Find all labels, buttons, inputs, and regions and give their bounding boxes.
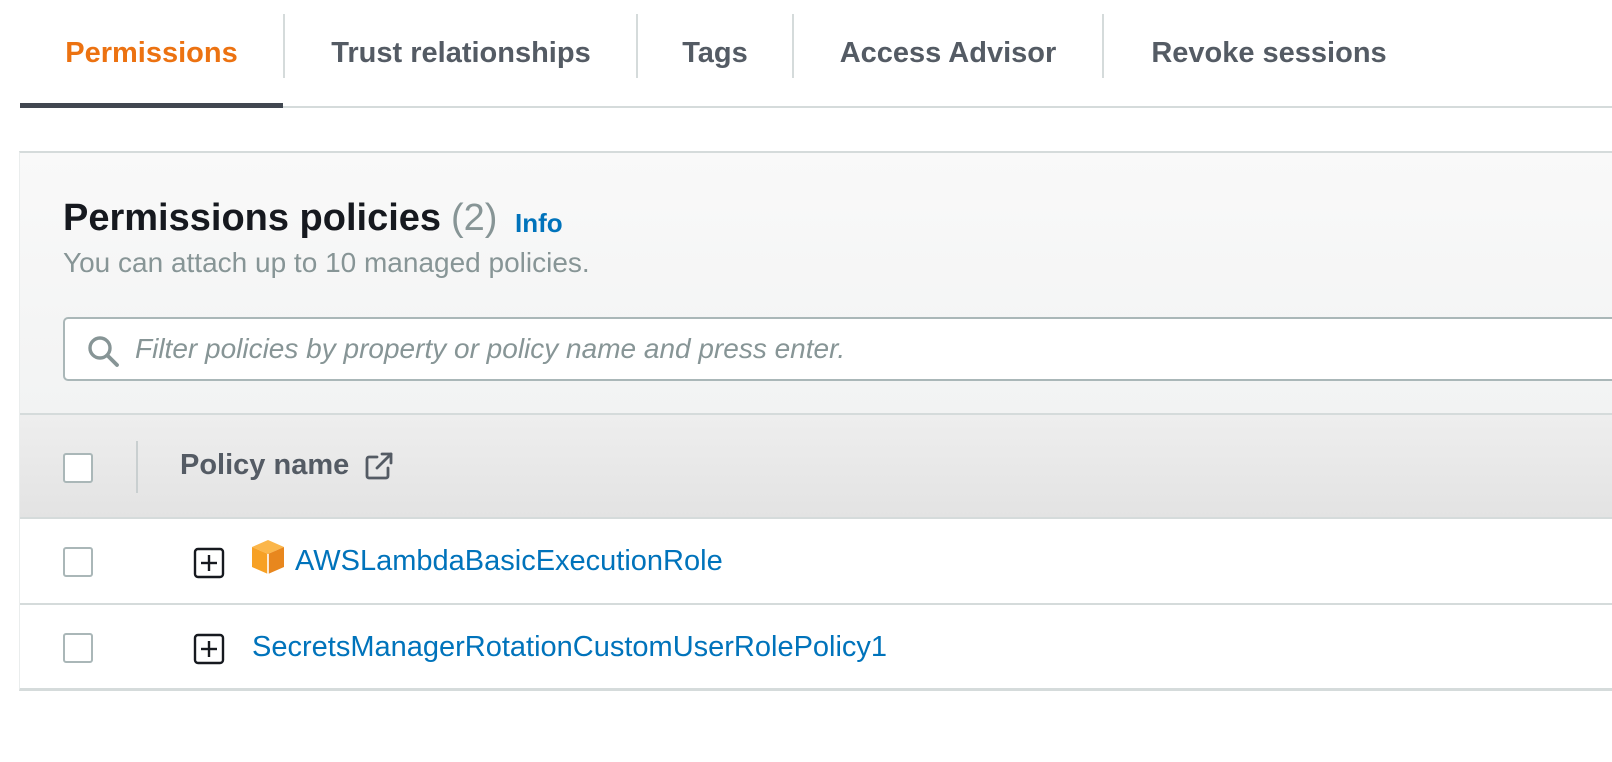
external-link-icon[interactable] bbox=[363, 450, 395, 482]
panel-description: You can attach up to 10 managed policies… bbox=[63, 247, 590, 278]
row-checkbox[interactable] bbox=[63, 633, 93, 663]
policy-count: (2) bbox=[451, 197, 498, 239]
tab-revoke-sessions[interactable]: Revoke sessions bbox=[1104, 0, 1434, 106]
expand-icon[interactable] bbox=[193, 547, 225, 579]
table-header: Policy name bbox=[20, 413, 1612, 519]
search-icon bbox=[88, 336, 119, 367]
column-separator bbox=[136, 441, 138, 493]
policy-link[interactable]: SecretsManagerRotationCustomUserRolePoli… bbox=[252, 631, 887, 664]
column-header-label: Policy name bbox=[180, 449, 350, 481]
tab-tags[interactable]: Tags bbox=[638, 0, 792, 106]
select-all-checkbox[interactable] bbox=[63, 453, 93, 483]
tab-access-advisor[interactable]: Access Advisor bbox=[794, 0, 1102, 106]
permissions-policies-panel: Permissions policies (2) Info You can at… bbox=[19, 151, 1612, 691]
table-row: AWSLambdaBasicExecutionRole bbox=[20, 519, 1612, 605]
info-link[interactable]: Info bbox=[515, 208, 563, 239]
table-row: SecretsManagerRotationCustomUserRolePoli… bbox=[20, 605, 1612, 691]
column-header-policy-name[interactable]: Policy name bbox=[180, 449, 395, 482]
row-checkbox[interactable] bbox=[63, 547, 93, 577]
role-permissions-page: Permissions Trust relationships Tags Acc… bbox=[0, 0, 1612, 762]
expand-icon[interactable] bbox=[193, 633, 225, 665]
tab-permissions[interactable]: Permissions bbox=[20, 0, 283, 108]
aws-managed-policy-icon bbox=[252, 540, 284, 574]
policy-filter-input[interactable] bbox=[135, 319, 1535, 379]
panel-title: Permissions policies bbox=[63, 197, 442, 239]
policy-link[interactable]: AWSLambdaBasicExecutionRole bbox=[295, 545, 723, 578]
policy-filter-box[interactable] bbox=[63, 317, 1612, 381]
panel-header: Permissions policies (2) Info You can at… bbox=[20, 153, 1612, 413]
tab-trust-relationships[interactable]: Trust relationships bbox=[285, 0, 637, 106]
tab-bar: Permissions Trust relationships Tags Acc… bbox=[20, 0, 1612, 108]
